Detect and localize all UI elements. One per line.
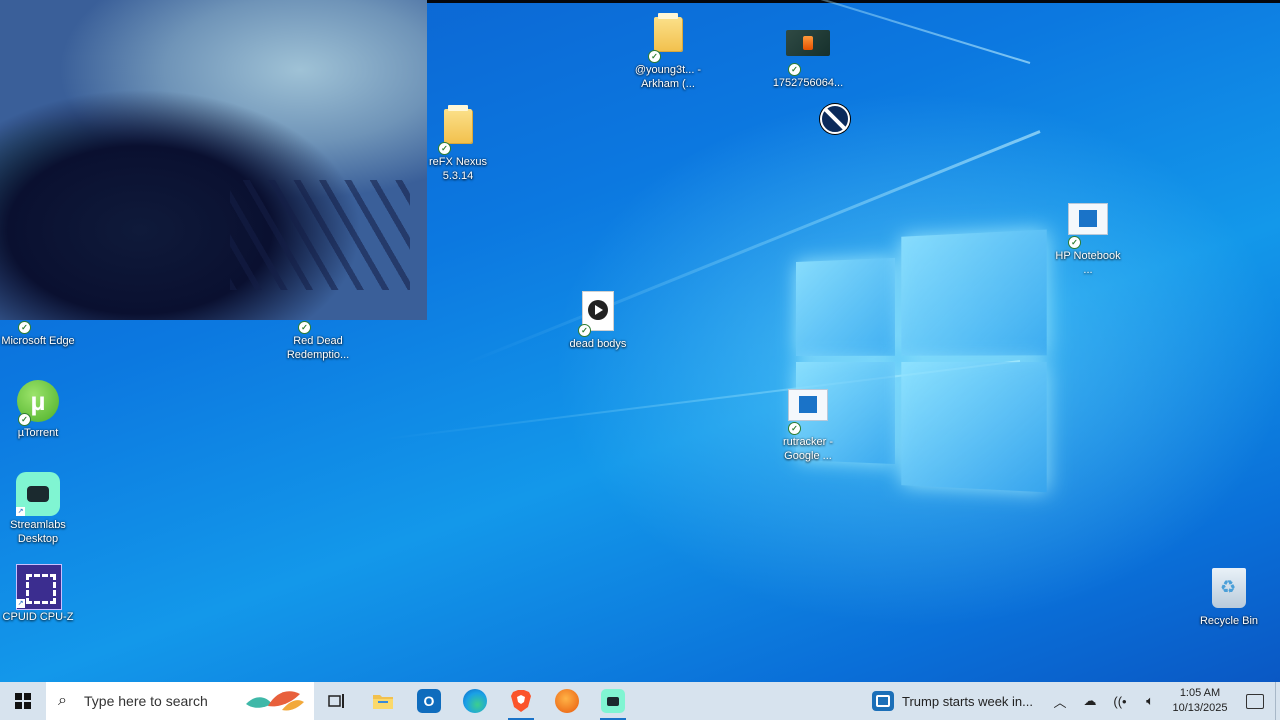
unavailable-cursor-icon [820,104,850,134]
cpu-z-icon: ↗ [16,564,62,610]
desktop-icon-label: Recycle Bin [1199,615,1259,627]
clock-time: 1:05 AM [1179,687,1221,699]
desktop-icon-label: dead bodys [569,338,627,350]
desktop-icon-label: Streamlabs Desktop [10,519,66,545]
outlook-button[interactable]: O [406,682,452,720]
light-beam [455,0,1031,64]
streamlabs-icon: ↗ [16,472,60,516]
desktop-icon-label: reFX Nexus 5.3.14 [428,156,488,182]
news-headline: Trump starts week in... [902,693,1033,709]
folder-icon: ✓ [646,13,690,63]
desktop-icon-refx-folder[interactable]: ✓ reFX Nexus 5.3.14 [420,104,496,183]
desktop-icon-label: rutracker - Google ... [782,436,834,462]
notifications-button[interactable] [1235,682,1275,720]
webpage-shortcut-icon: ✓ [1066,203,1110,249]
desktop[interactable]: ✓ @young3t... - Arkham (... ✓ 1752756064… [0,0,1280,682]
news-widget[interactable]: Trump starts week in... [866,682,1045,720]
speaker-icon: 🔈︎ [1146,693,1154,708]
search-highlight-illustration-icon [246,691,304,711]
windows-start-icon [15,693,31,709]
chevron-up-icon: ︿ [1053,694,1067,710]
taskbar: ⌕ Type here to search O Trump starts wee… [0,682,1280,720]
search-icon: ⌕ [58,692,67,709]
webcam-overlay [0,0,427,320]
desktop-icon-cpu-z[interactable]: ↗ CPUID CPU-Z [0,564,76,624]
show-desktop-button[interactable] [1275,682,1280,720]
fl-studio-icon [555,689,579,713]
desktop-icon-hp-notebook[interactable]: ✓ HP Notebook ... [1050,196,1126,277]
brave-icon [511,690,531,712]
desktop-icon-young3t-folder[interactable]: ✓ @young3t... - Arkham (... [630,12,706,91]
network-tray-button[interactable]: ((• [1105,682,1135,720]
news-icon [872,691,894,711]
desktop-icon-rutracker[interactable]: ✓ rutracker - Google ... [770,382,846,463]
edge-button[interactable] [452,682,498,720]
file-explorer-button[interactable] [360,682,406,720]
desktop-icon-recycle-bin[interactable]: Recycle Bin [1191,566,1267,628]
fl-studio-button[interactable] [544,682,590,720]
edge-icon [463,689,487,713]
desktop-icon-utorrent[interactable]: µ ✓ µTorrent [0,380,76,440]
search-placeholder: Type here to search [84,693,208,709]
taskbar-search-box[interactable]: ⌕ Type here to search [46,682,314,720]
streamlabs-icon [601,689,625,713]
show-hidden-icons-button[interactable]: ︿ [1045,682,1075,720]
desktop-icon-flp-file[interactable]: ✓ 1752756064... [770,20,846,90]
desktop-icon-label: @young3t... - Arkham (... [634,64,702,90]
notification-icon [1246,693,1264,709]
desktop-icon-label: µTorrent [17,427,59,439]
desktop-icon-label: 1752756064... [772,77,844,89]
wifi-icon: ((• [1113,693,1127,709]
desktop-icon-label: Red Dead Redemptio... [286,335,350,361]
system-clock[interactable]: 1:05 AM 10/13/2025 [1165,686,1235,716]
webpage-shortcut-icon: ✓ [786,389,830,435]
utorrent-icon: µ ✓ [16,380,60,426]
desktop-icon-streamlabs[interactable]: ↗ Streamlabs Desktop [0,472,76,546]
desktop-icon-label: HP Notebook ... [1055,250,1121,276]
task-view-button[interactable] [314,682,360,720]
start-button[interactable] [0,682,46,720]
desktop-icon-dead-bodys[interactable]: ✓ dead bodys [560,288,636,351]
volume-tray-button[interactable]: 🔈︎ [1135,682,1165,720]
folder-icon: ✓ [436,105,480,155]
task-view-icon [328,694,344,708]
fl-project-thumbnail-icon: ✓ [786,30,830,76]
brave-button[interactable] [498,682,544,720]
video-file-icon: ✓ [576,291,620,337]
cloud-icon: ☁ [1083,693,1097,708]
outlook-icon: O [417,689,441,713]
folder-icon [373,695,393,709]
streamlabs-button[interactable] [590,682,636,720]
recycle-bin-icon [1207,568,1251,612]
clock-date: 10/13/2025 [1172,702,1228,714]
desktop-icon-label: CPUID CPU-Z [2,611,74,623]
onedrive-tray-button[interactable]: ☁ [1075,682,1105,720]
desktop-icon-label: Microsoft Edge [1,335,75,347]
